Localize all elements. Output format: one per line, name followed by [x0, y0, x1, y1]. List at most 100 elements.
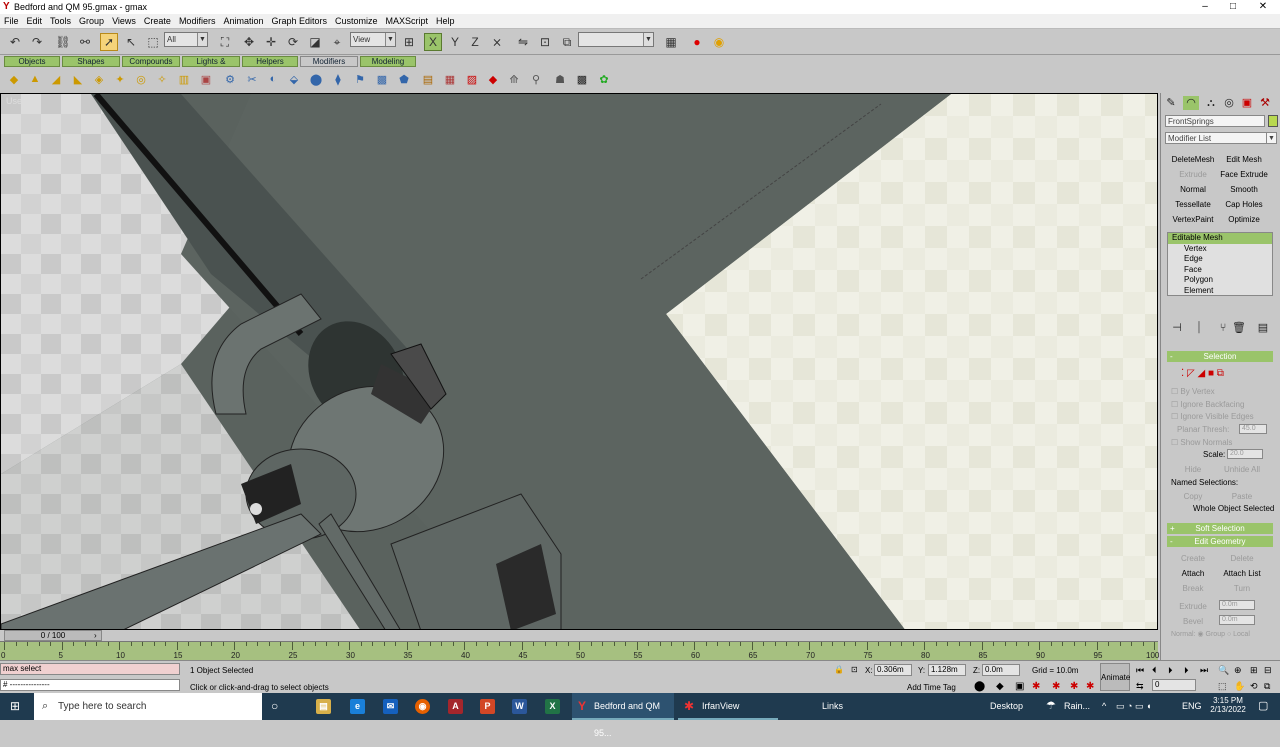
- stretch-modifier-icon[interactable]: ◈: [91, 71, 107, 87]
- break-button[interactable]: Break: [1169, 582, 1217, 595]
- pan-icon[interactable]: ✋: [1234, 681, 1245, 692]
- stack-item-edge[interactable]: Edge: [1168, 254, 1272, 265]
- menu-graph-editors[interactable]: Graph Editors: [267, 14, 331, 29]
- weather-icon[interactable]: ☂: [1046, 693, 1056, 720]
- absolute-mode-icon[interactable]: ⊡: [851, 665, 858, 674]
- region-zoom-icon[interactable]: ⬚: [1218, 681, 1227, 692]
- reference-coordinate-dropdown[interactable]: View ▼: [350, 32, 396, 47]
- zoom-icon[interactable]: 🔍: [1218, 665, 1229, 676]
- pin-stack-icon[interactable]: ⊣: [1169, 321, 1185, 335]
- next-frame-icon[interactable]: ›: [94, 631, 97, 640]
- extrude-button[interactable]: Extrude: [1169, 600, 1217, 613]
- zoom-extents-all-icon[interactable]: ⊟: [1264, 665, 1272, 676]
- animate-button[interactable]: Animate: [1100, 663, 1130, 691]
- axis-constraint-z-icon[interactable]: Z: [466, 33, 484, 51]
- extrude-modifier-button[interactable]: Extrude: [1169, 168, 1217, 181]
- walkthrough-icon[interactable]: ✱: [1032, 681, 1040, 692]
- soft-selection-rollout-header[interactable]: + Soft Selection: [1167, 523, 1273, 534]
- pivot-center-icon[interactable]: ⊞: [400, 33, 418, 51]
- arc-rotate-icon[interactable]: ⟲: [1250, 681, 1258, 692]
- zoom-extents-icon[interactable]: ⊞: [1250, 665, 1258, 676]
- links-toolbar[interactable]: Links: [822, 693, 843, 720]
- rectangular-selection-icon[interactable]: ⬚: [144, 33, 162, 51]
- axis-constraint-xy-icon[interactable]: ⨯: [488, 33, 506, 51]
- menu-file[interactable]: File: [0, 14, 23, 29]
- modify-panel-icon[interactable]: ◠: [1183, 96, 1199, 110]
- go-to-end-icon[interactable]: ⏭: [1200, 665, 1208, 676]
- smooth-button[interactable]: Smooth: [1220, 183, 1268, 196]
- current-frame-field[interactable]: 0: [1152, 679, 1196, 691]
- select-move-icon[interactable]: ✥: [240, 33, 258, 51]
- powerpoint-icon[interactable]: P: [480, 699, 495, 714]
- checker-modifier-icon[interactable]: ▩: [574, 71, 590, 87]
- x-coordinate-field[interactable]: 0.306m: [874, 664, 912, 676]
- menu-create[interactable]: Create: [140, 14, 175, 29]
- material-editor-icon[interactable]: ▦: [662, 33, 680, 51]
- excel-icon[interactable]: X: [545, 699, 560, 714]
- taper-modifier-icon[interactable]: ▲: [27, 71, 43, 87]
- tab-objects[interactable]: Objects: [4, 56, 60, 67]
- optimize-button[interactable]: Optimize: [1220, 213, 1268, 226]
- turn-button[interactable]: Turn: [1218, 582, 1266, 595]
- angle-snap-icon[interactable]: ✱: [1070, 681, 1078, 692]
- tab-modifiers[interactable]: Modifiers: [300, 56, 358, 67]
- remove-modifier-icon[interactable]: 🗑: [1231, 321, 1247, 335]
- optimize-modifier-icon[interactable]: ☗: [552, 71, 568, 87]
- slice-modifier-icon[interactable]: ✂: [244, 71, 260, 87]
- manipulate-icon[interactable]: ⌖: [328, 33, 346, 51]
- smooth-modifier-icon[interactable]: ◆: [485, 71, 501, 87]
- relax-modifier-icon[interactable]: ✧: [154, 71, 170, 87]
- menu-group[interactable]: Group: [75, 14, 108, 29]
- menu-modifiers[interactable]: Modifiers: [175, 14, 220, 29]
- delete-button[interactable]: Delete: [1218, 552, 1266, 565]
- time-slider[interactable]: 0 / 100: [4, 630, 102, 641]
- tab-compounds[interactable]: Compounds: [122, 56, 180, 67]
- face-extrude-button[interactable]: Face Extrude: [1220, 168, 1268, 181]
- key-filters-icon[interactable]: ▣: [1015, 681, 1024, 692]
- vertex-icon[interactable]: ⁚: [1181, 368, 1184, 379]
- edge-icon[interactable]: ◸: [1187, 368, 1195, 379]
- material-modifier-icon[interactable]: ▨: [464, 71, 480, 87]
- xform-modifier-icon[interactable]: ▩: [374, 71, 390, 87]
- viewport-user[interactable]: User: [0, 93, 1158, 630]
- ignore-visible-edges-checkbox[interactable]: ☐ Ignore Visible Edges: [1171, 412, 1254, 421]
- stack-item-editable-mesh[interactable]: Editable Mesh: [1168, 233, 1272, 244]
- attach-list-button[interactable]: Attach List: [1218, 567, 1266, 580]
- maxscript-listener-input[interactable]: max select: [0, 663, 180, 675]
- minimize-button[interactable]: –: [1190, 0, 1220, 14]
- edit-mesh-button[interactable]: Edit Mesh: [1220, 153, 1268, 166]
- clock[interactable]: 3:15 PM 2/13/2022: [1206, 696, 1250, 714]
- motion-panel-icon[interactable]: ◎: [1221, 96, 1237, 110]
- tessellate-button[interactable]: Tessellate: [1169, 198, 1217, 211]
- add-time-tag-button[interactable]: Add Time Tag: [907, 683, 956, 692]
- mirror-modifier-icon[interactable]: ⧫: [330, 71, 346, 87]
- desktop-toolbar[interactable]: Desktop: [990, 693, 1023, 720]
- object-name-field[interactable]: FrontSprings: [1165, 115, 1265, 127]
- access-icon[interactable]: A: [448, 699, 463, 714]
- create-button[interactable]: Create: [1169, 552, 1217, 565]
- scale-icon[interactable]: ◪: [306, 33, 324, 51]
- lattice-modifier-icon[interactable]: ⬤: [308, 71, 324, 87]
- redo-icon[interactable]: ↷: [28, 33, 46, 51]
- planar-thresh-spinner[interactable]: 45.0: [1239, 424, 1267, 434]
- maximize-viewport-icon[interactable]: ⧉: [1264, 681, 1270, 692]
- snaps-toggle-icon[interactable]: ✱: [1052, 681, 1060, 692]
- show-end-result-icon[interactable]: ⏐: [1191, 321, 1207, 335]
- vertexpaint-button[interactable]: VertexPaint: [1169, 213, 1217, 226]
- windows-start-icon[interactable]: ⊞: [10, 700, 23, 713]
- task-view-icon[interactable]: ○: [271, 699, 278, 713]
- next-frame-button-icon[interactable]: ⏵: [1184, 665, 1189, 676]
- select-object-icon[interactable]: ➚: [100, 33, 118, 51]
- unhide-all-button[interactable]: Unhide All: [1218, 463, 1266, 476]
- ripple-modifier-icon[interactable]: ▥: [176, 71, 192, 87]
- element-icon[interactable]: ⧉: [1217, 368, 1224, 379]
- notifications-icon[interactable]: ▢: [1258, 693, 1268, 720]
- go-to-start-icon[interactable]: ⏮: [1136, 665, 1144, 676]
- spherify-modifier-icon[interactable]: ◐: [265, 71, 281, 87]
- affect-region-modifier-icon[interactable]: ⬙: [286, 71, 302, 87]
- by-vertex-checkbox[interactable]: ☐ By Vertex: [1171, 387, 1215, 396]
- file-explorer-icon[interactable]: ▤: [316, 699, 331, 714]
- named-selection-dropdown[interactable]: ▼: [578, 32, 654, 47]
- bevel-spinner[interactable]: 0.0m: [1219, 615, 1255, 625]
- taskbar-app-irfanview[interactable]: ✱ IrfanView: [678, 693, 778, 720]
